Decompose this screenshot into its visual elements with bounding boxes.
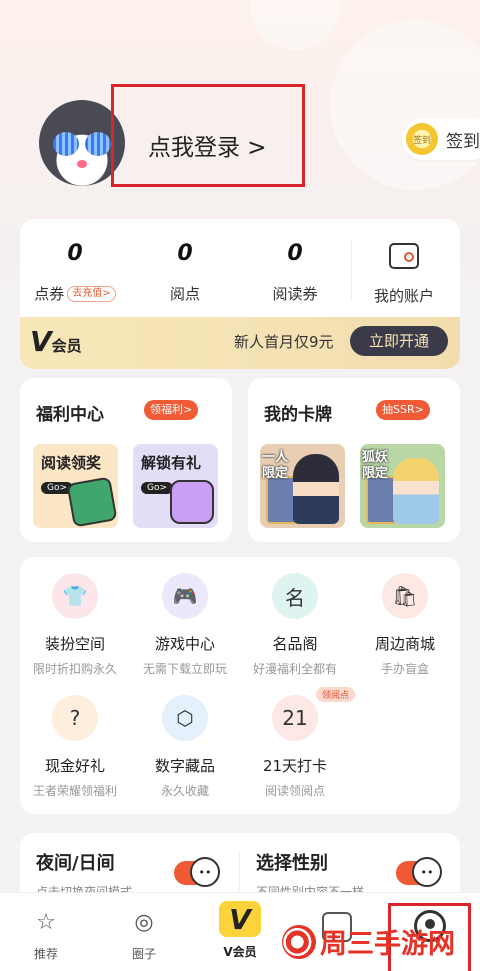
service-name: 周边商城 <box>374 635 435 653</box>
face-icon: •• <box>190 857 220 887</box>
background-decoration <box>330 20 480 190</box>
checkin-label: 签到 <box>446 131 480 152</box>
character-illustration <box>293 454 339 524</box>
service-sub: 永久收藏 <box>160 784 209 798</box>
service-sub: 阅读领阅点 <box>264 784 325 798</box>
giftbox-icon: ? <box>52 695 98 741</box>
watermark: 周三手游网 <box>282 922 455 961</box>
unlock-gift-tile[interactable]: 解锁有礼 Go> <box>133 444 218 528</box>
tab-circle[interactable]: ◎ 圈子 <box>104 905 184 962</box>
coin-icon: 签到 <box>406 123 438 155</box>
service-game-center[interactable]: 🎮 游戏中心 无需下载立即玩 <box>130 573 240 677</box>
divider <box>239 851 240 891</box>
vip-icon: V <box>219 901 261 937</box>
service-cash-gift[interactable]: ? 现金好礼 王者荣耀领福利 <box>20 695 130 799</box>
service-dressup[interactable]: 👕 装扮空间 限时折扣购永久 <box>20 573 130 677</box>
coupon-stat[interactable]: 0 点券 去充值> <box>25 241 125 304</box>
vip-logo: V会员 <box>30 325 82 358</box>
watermark-logo-icon <box>282 924 316 959</box>
account-label: 我的账户 <box>373 287 434 305</box>
tab-label: 推荐 <box>33 947 58 961</box>
tab-label: V会员 <box>223 945 257 959</box>
points-label: 阅点 <box>169 285 200 303</box>
wallet-icon <box>389 243 419 269</box>
service-brand-pavilion[interactable]: 名 名品阁 好漫福利全都有 <box>240 573 350 677</box>
checkin-button[interactable]: 签到 签到 <box>402 118 480 160</box>
points-value: 0 <box>177 241 193 266</box>
night-mode-toggle[interactable]: •• <box>174 857 220 887</box>
service-sub: 手办盲盒 <box>380 662 429 676</box>
service-sub: 王者荣耀领福利 <box>32 784 117 798</box>
book-illustration-icon <box>66 476 118 528</box>
service-name: 现金好礼 <box>44 757 105 775</box>
brand-icon: 名 <box>272 573 318 619</box>
coupon-label: 点券 <box>34 285 65 303</box>
tab-label: 圈子 <box>131 947 156 961</box>
gender-toggle[interactable]: •• <box>396 857 442 887</box>
vip-promo-text: 新人首月仅9元 <box>234 333 334 351</box>
cards-title: 我的卡牌 <box>264 405 332 425</box>
glasses-decoration <box>53 132 111 156</box>
service-name: 数字藏品 <box>154 757 215 775</box>
gamepad-icon: 🎮 <box>162 573 208 619</box>
service-name: 21天打卡 <box>262 757 328 775</box>
setting-title: 夜间/日间 <box>36 853 115 874</box>
my-account[interactable]: 我的账户 <box>354 241 454 306</box>
go-button[interactable]: Go> <box>141 482 174 494</box>
service-merch-store[interactable]: 🛍 周边商城 手办盲盒 <box>350 573 460 677</box>
card-tile[interactable]: 一人限定 <box>260 444 345 528</box>
limited-badge: 狐妖限定 <box>362 450 389 481</box>
watermark-text: 周三手游网 <box>320 929 455 960</box>
reading-ticket-stat[interactable]: 0 阅读券 <box>245 241 345 304</box>
service-sub: 好漫福利全都有 <box>252 662 337 676</box>
background-decoration <box>250 0 340 50</box>
service-name: 装扮空间 <box>44 635 105 653</box>
cube-icon: ⬡ <box>162 695 208 741</box>
highlight-box <box>111 84 305 187</box>
reading-reward-tile[interactable]: 阅读领奖 Go> <box>33 444 118 528</box>
cards-tag[interactable]: 抽SSR> <box>376 400 430 420</box>
character-illustration <box>393 458 439 524</box>
shop-icon: 🛍 <box>382 573 428 619</box>
divider <box>351 239 352 301</box>
setting-title: 选择性别 <box>256 853 328 874</box>
face-icon: •• <box>412 857 442 887</box>
star-icon: ☆ <box>36 909 56 935</box>
points-stat[interactable]: 0 阅点 <box>135 241 235 304</box>
tile-title: 解锁有礼 <box>141 454 202 472</box>
vip-open-button[interactable]: 立即开通 <box>350 326 448 356</box>
welfare-card[interactable]: 福利中心 领福利> 阅读领奖 Go> 解锁有礼 Go> <box>20 378 232 542</box>
service-name: 名品阁 <box>272 635 318 653</box>
service-sub: 无需下载立即玩 <box>142 662 227 676</box>
coupon-value: 0 <box>67 241 83 266</box>
vip-banner[interactable]: V会员 新人首月仅9元 立即开通 <box>20 317 460 369</box>
tile-title: 阅读领奖 <box>41 454 102 472</box>
card-tile[interactable]: 狐妖限定 <box>360 444 445 528</box>
limited-badge: 一人限定 <box>262 450 289 481</box>
tshirt-icon: 👕 <box>52 573 98 619</box>
reading-ticket-label: 阅读券 <box>272 285 318 303</box>
welfare-title: 福利中心 <box>36 405 104 425</box>
account-stats-card: 0 点券 去充值> 0 阅点 0 阅读券 我的账户 V会员 新人首月仅9元 立即… <box>20 219 460 369</box>
service-21-day-checkin[interactable]: 领阅点 21 21天打卡 阅读领阅点 <box>240 687 356 799</box>
welfare-tag[interactable]: 领福利> <box>144 400 199 420</box>
reward-badge: 领阅点 <box>316 687 356 702</box>
services-grid: 👕 装扮空间 限时折扣购永久 🎮 游戏中心 无需下载立即玩 名 名品阁 好漫福利… <box>20 557 460 814</box>
tab-recommend[interactable]: ☆ 推荐 <box>6 905 86 962</box>
circle-icon: ◎ <box>134 909 154 935</box>
reading-ticket-value: 0 <box>287 241 303 266</box>
service-name: 游戏中心 <box>154 635 215 653</box>
my-cards-card[interactable]: 我的卡牌 抽SSR> 一人限定 狐妖限定 <box>248 378 460 542</box>
giftbag-illustration-icon <box>170 480 214 524</box>
recharge-tag[interactable]: 去充值> <box>67 285 116 302</box>
calendar-icon: 21 <box>272 695 318 741</box>
tab-vip[interactable]: V V会员 <box>200 901 280 960</box>
service-digital-collectibles[interactable]: ⬡ 数字藏品 永久收藏 <box>130 695 240 799</box>
service-sub: 限时折扣购永久 <box>32 662 117 676</box>
